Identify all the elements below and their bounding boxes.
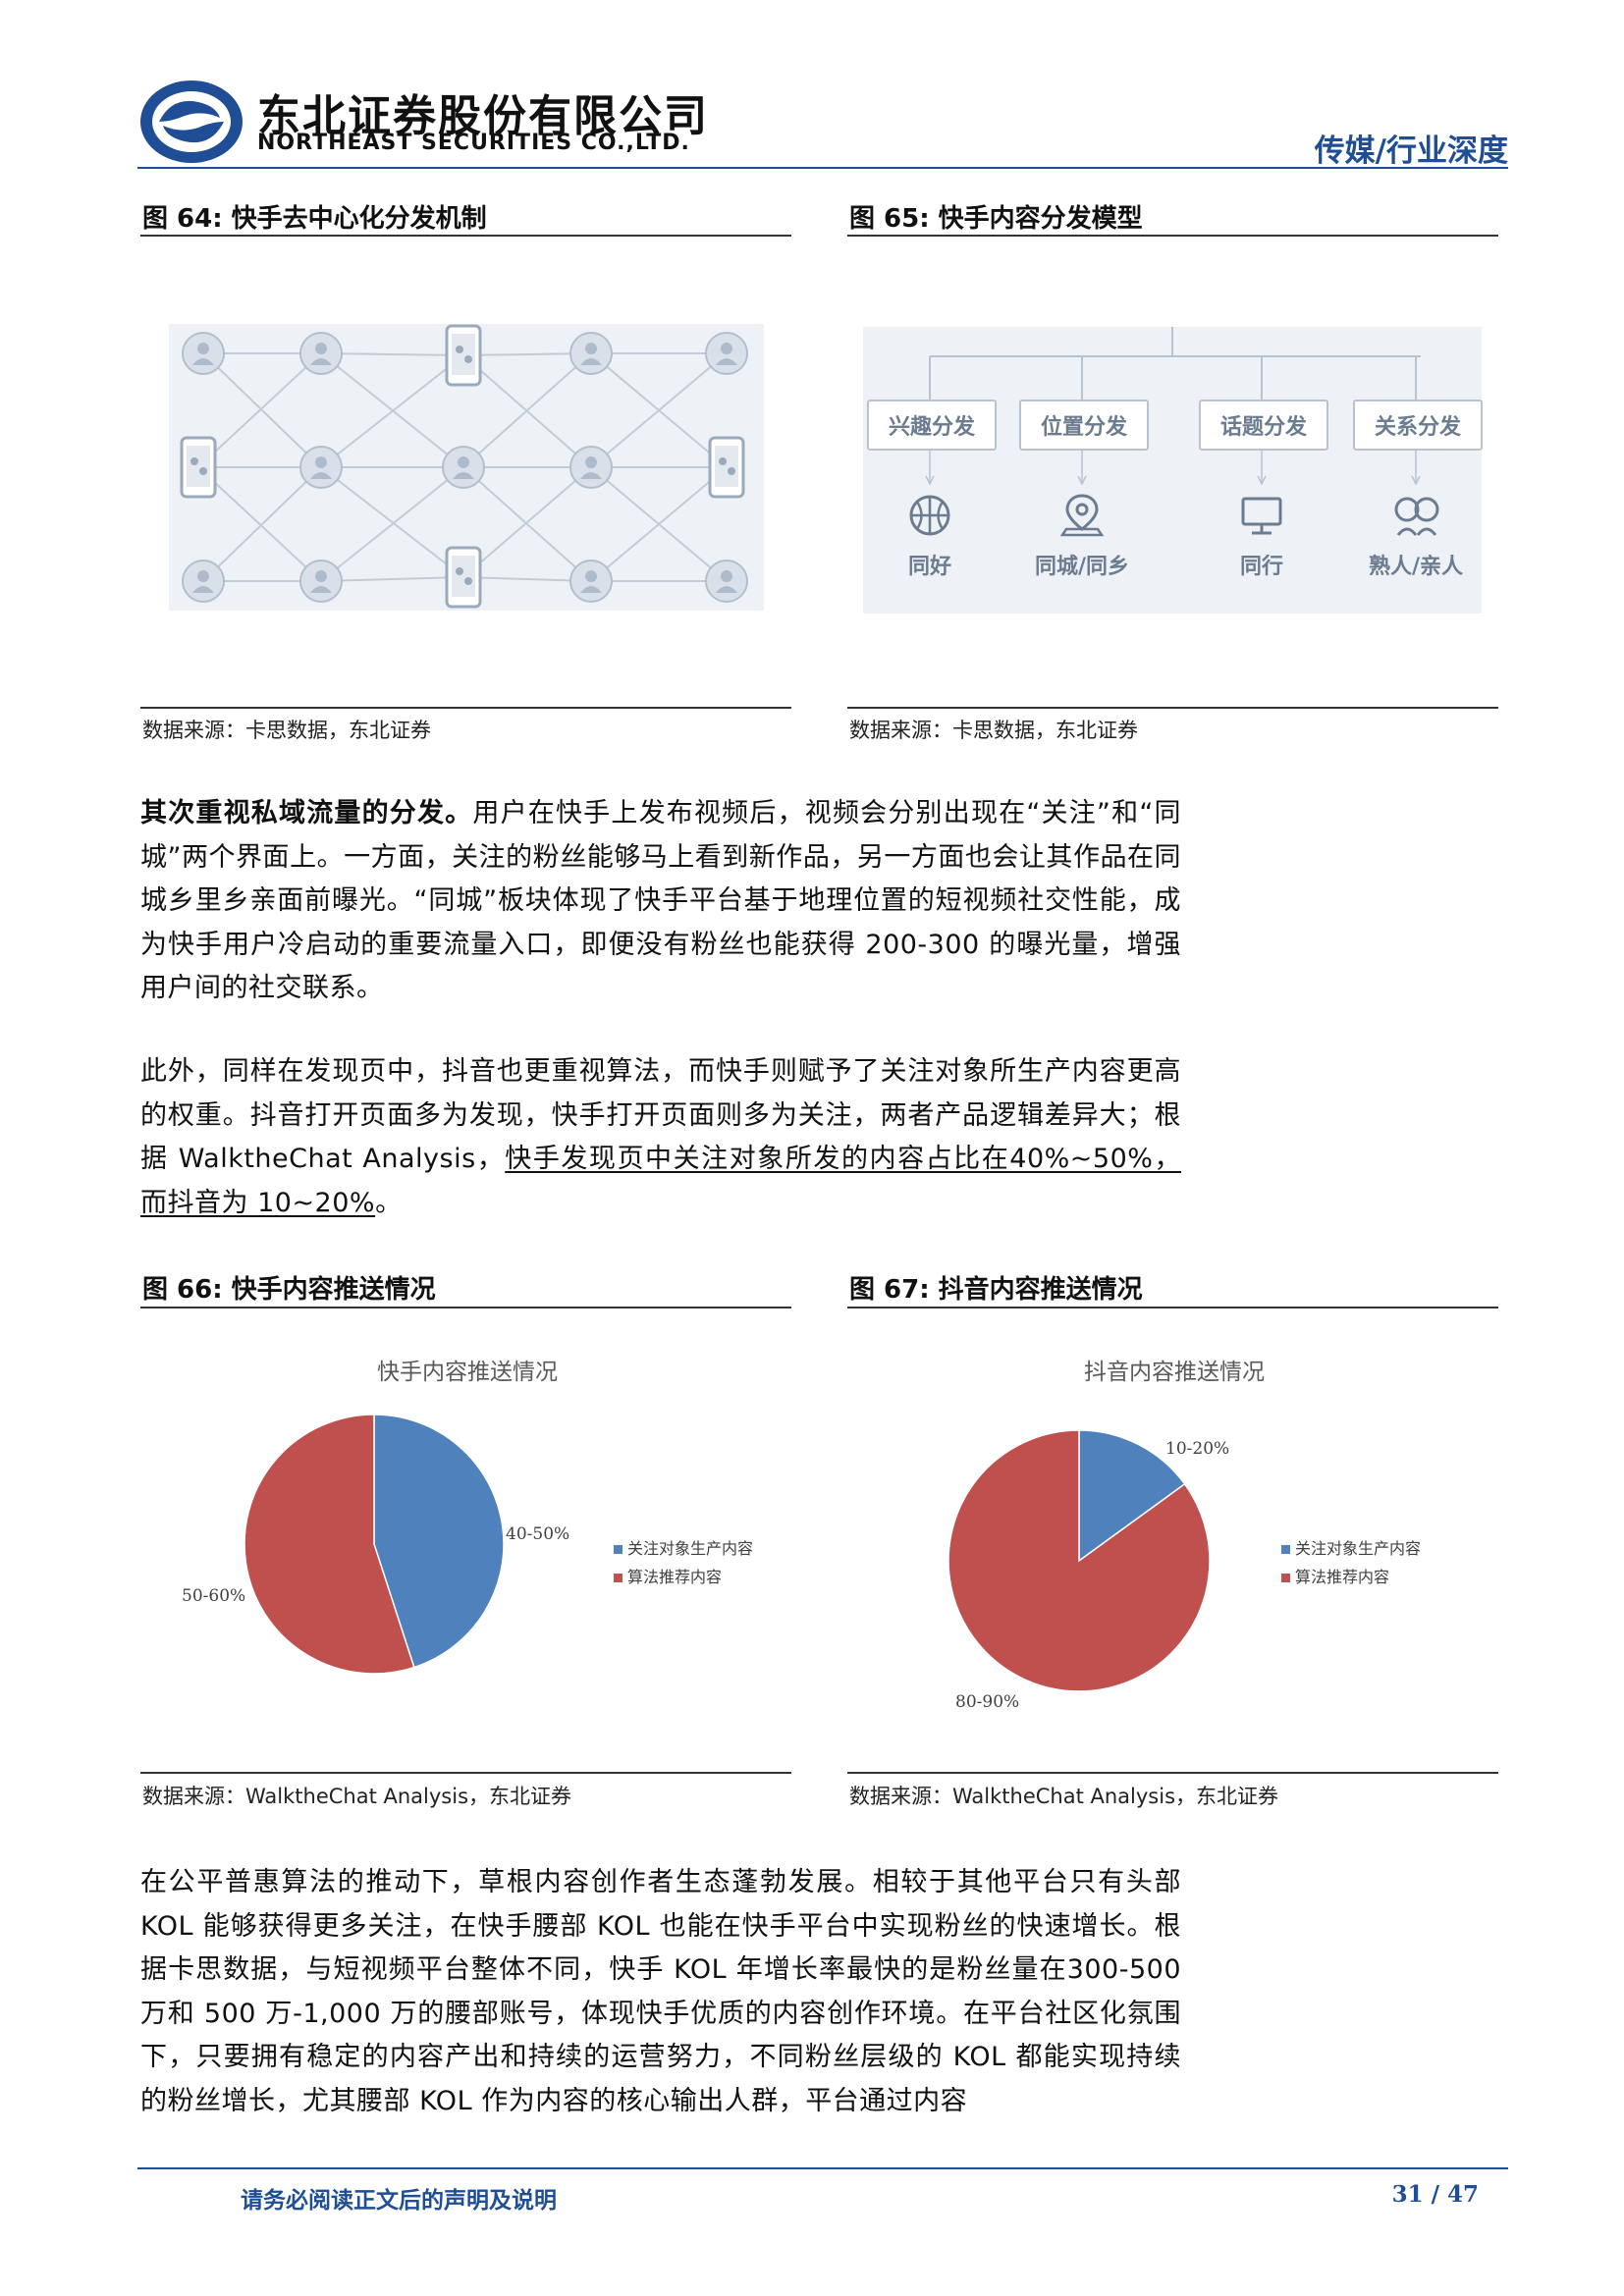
chart-title: 快手内容推送情况 xyxy=(377,1360,558,1385)
user-node-icon xyxy=(705,332,748,375)
smartphone-icon xyxy=(445,546,482,609)
data-label-algorithm: 80-90% xyxy=(955,1692,1019,1712)
smartphone-icon xyxy=(180,436,217,499)
user-node-icon xyxy=(182,560,225,603)
chart-title: 抖音内容推送情况 xyxy=(1084,1360,1265,1385)
location-pin-icon xyxy=(1059,492,1105,541)
report-category: 传媒/行业深度 xyxy=(1314,133,1508,169)
user-node-icon xyxy=(182,332,225,375)
footer-divider xyxy=(137,2167,1508,2169)
legend-swatch-algorithm xyxy=(1281,1574,1290,1582)
legend-swatch-algorithm xyxy=(614,1574,623,1582)
douyin-pie-chart: 抖音内容推送情况 10-20% 80-90% 关注对象生产内容 算法推荐内容 xyxy=(947,1360,1421,1712)
user-node-icon xyxy=(299,332,343,375)
company-name-en: NORTHEAST SECURITIES CO.,LTD. xyxy=(257,131,690,155)
paragraph-body: 在公平普惠算法的推动下，草根内容创作者生态蓬勃发展。相较于其他平台只有头部 KO… xyxy=(140,1867,1181,2116)
figure-66-source: 数据来源：WalktheChat Analysis，东北证券 xyxy=(142,1785,572,1808)
legend-label-algorithm: 算法推荐内容 xyxy=(627,1568,722,1586)
location-distribution-box: 位置分发 xyxy=(1019,400,1149,451)
figure-64-source: 数据来源：卡思数据，东北证券 xyxy=(142,719,431,742)
user-node-icon xyxy=(299,446,343,489)
user-node-icon xyxy=(569,332,613,375)
legend-swatch-followed xyxy=(1281,1545,1290,1554)
figure-65-diagram: 兴趣分发 位置分发 话题分发 关系分发 同好 同城/同乡 同行 熟人/亲人 xyxy=(863,327,1483,614)
label-same-industry: 同行 xyxy=(1239,555,1283,579)
paragraph-grassroots-creators: 在公平普惠算法的推动下，草根内容创作者生态蓬勃发展。相较于其他平台只有头部 KO… xyxy=(140,1861,1181,2123)
paragraph-lead: 其次重视私域流量的分发。 xyxy=(140,798,473,828)
user-node-icon xyxy=(299,560,343,603)
figure-67-chart: 抖音内容推送情况 10-20% 80-90% 关注对象生产内容 算法推荐内容 xyxy=(847,1340,1498,1752)
label-acquaintances: 熟人/亲人 xyxy=(1368,555,1464,579)
user-node-icon xyxy=(705,560,748,603)
label-same-hobby: 同好 xyxy=(907,555,951,579)
footer-disclaimer: 请务必阅读正文后的声明及说明 xyxy=(241,2188,557,2214)
paragraph-tail: 。 xyxy=(375,1187,403,1218)
figure-64-diagram xyxy=(169,324,764,611)
people-icon xyxy=(1392,494,1441,541)
user-node-icon xyxy=(569,560,613,603)
paragraph-private-traffic: 其次重视私域流量的分发。用户在快手上发布视频后，视频会分别出现在“关注”和“同城… xyxy=(140,792,1181,1011)
legend-label-algorithm: 算法推荐内容 xyxy=(1295,1568,1389,1586)
figure-66-top-rule xyxy=(140,1307,791,1308)
legend-label-followed: 关注对象生产内容 xyxy=(1295,1539,1421,1558)
header-divider xyxy=(137,167,1508,169)
topic-distribution-box: 话题分发 xyxy=(1199,400,1328,451)
data-label-followed: 40-50% xyxy=(506,1524,569,1544)
figure-67-source: 数据来源：WalktheChat Analysis，东北证券 xyxy=(849,1785,1279,1808)
data-label-algorithm: 50-60% xyxy=(182,1586,245,1606)
data-label-followed: 10-20% xyxy=(1165,1439,1229,1459)
figure-67-bottom-rule xyxy=(847,1772,1498,1774)
figure-66-chart: 快手内容推送情况 40-50% 50-60% 关注对象生产内容 算法推荐内容 xyxy=(140,1340,791,1752)
page-number: 31 / 47 xyxy=(1391,2181,1479,2208)
figure-67-title: 图 67: 抖音内容推送情况 xyxy=(849,1275,1143,1305)
kuaishou-pie-chart: 快手内容推送情况 40-50% 50-60% 关注对象生产内容 算法推荐内容 xyxy=(182,1360,753,1675)
label-same-city: 同城/同乡 xyxy=(1034,555,1130,579)
figure-64-top-rule xyxy=(140,235,791,237)
figure-65-title: 图 65: 快手内容分发模型 xyxy=(849,204,1143,234)
decentralized-network-diagram xyxy=(169,324,764,611)
figure-64-bottom-rule xyxy=(140,707,791,709)
interest-distribution-box: 兴趣分发 xyxy=(867,400,997,451)
relationship-distribution-box: 关系分发 xyxy=(1353,400,1483,451)
user-node-icon xyxy=(569,446,613,489)
smartphone-icon xyxy=(708,436,745,499)
figure-67-top-rule xyxy=(847,1307,1498,1308)
paragraph-body: 用户在快手上发布视频后，视频会分别出现在“关注”和“同城”两个界面上。一方面，关… xyxy=(140,798,1182,1003)
user-node-icon xyxy=(442,446,485,489)
figure-65-source: 数据来源：卡思数据，东北证券 xyxy=(849,719,1138,742)
legend-swatch-followed xyxy=(614,1545,623,1554)
figure-66-bottom-rule xyxy=(140,1772,791,1774)
paragraph-discover-page: 此外，同样在发现页中，抖音也更重视算法，而快手则赋予了关注对象所生产内容更高的权… xyxy=(140,1050,1181,1225)
figure-65-bottom-rule xyxy=(847,707,1498,709)
legend-label-followed: 关注对象生产内容 xyxy=(627,1539,753,1558)
smartphone-icon xyxy=(445,324,482,387)
figure-66-title: 图 66: 快手内容推送情况 xyxy=(142,1275,436,1305)
monitor-icon xyxy=(1240,496,1283,541)
basketball-icon xyxy=(908,494,951,541)
figure-64-title: 图 64: 快手去中心化分发机制 xyxy=(142,204,487,234)
figure-65-top-rule xyxy=(847,235,1498,237)
company-logo xyxy=(137,77,245,167)
